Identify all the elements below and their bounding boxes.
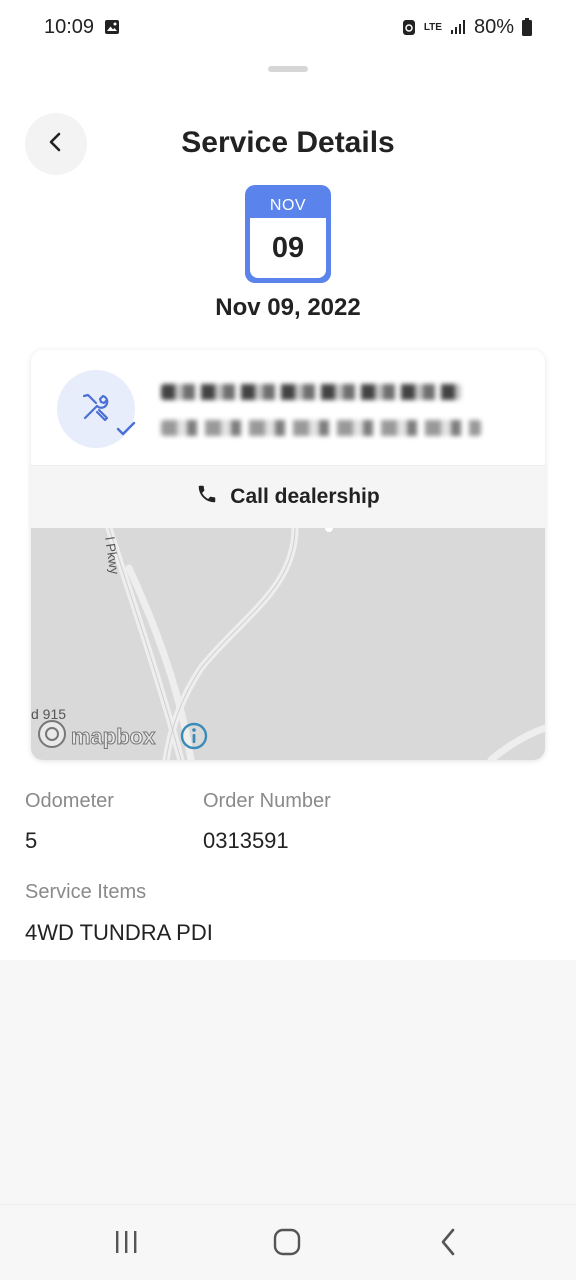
map-info-icon[interactable] (179, 721, 209, 756)
calendar-day: 09 (250, 218, 326, 278)
battery-icon (522, 18, 532, 36)
gallery-icon (104, 19, 120, 35)
calendar-month: NOV (269, 197, 307, 214)
call-dealership-button[interactable]: Call dealership (31, 465, 545, 528)
dealer-name-redacted (161, 384, 461, 400)
call-dealership-label: Call dealership (230, 485, 380, 508)
system-back-button[interactable] (428, 1228, 468, 1261)
phone-icon (196, 483, 218, 511)
empty-sheet-area (0, 960, 576, 1204)
sheet-grab-handle[interactable] (268, 66, 308, 72)
order-number-value: 0313591 (203, 828, 289, 853)
status-left: 10:09 (44, 16, 120, 39)
page-title: Service Details (181, 126, 395, 159)
dealer-map[interactable]: l Pkwy d 915 mapbox (31, 528, 545, 760)
recents-icon (113, 1230, 139, 1259)
check-icon (115, 420, 137, 443)
dealer-info (31, 350, 545, 465)
back-arrow-icon (439, 1228, 457, 1261)
system-nav-bar (0, 1204, 576, 1280)
order-number-label: Order Number (203, 790, 331, 812)
home-button[interactable] (267, 1228, 307, 1261)
data-saver-icon (402, 18, 416, 36)
dealer-address-redacted (161, 420, 481, 436)
service-items-value: 4WD TUNDRA PDI (25, 920, 213, 945)
mapbox-mark-icon (37, 719, 67, 755)
status-time: 10:09 (44, 15, 95, 38)
screen: 10:09 LTE 80% Service Details NOV 09 Nov… (0, 0, 576, 1280)
tools-icon (79, 390, 113, 429)
service-items-label: Service Items (25, 881, 147, 903)
status-right: LTE 80% (402, 16, 532, 39)
status-bar: 10:09 LTE 80% (0, 0, 576, 54)
service-date: Nov 09, 2022 (215, 294, 361, 321)
dealer-card: Call dealership l Pkwy d 915 mapbox (31, 350, 545, 760)
network-type: LTE (423, 21, 442, 33)
recents-button[interactable] (106, 1229, 146, 1259)
battery-percent: 80% (473, 15, 514, 38)
home-icon (273, 1228, 301, 1261)
mapbox-logo[interactable]: mapbox (37, 719, 156, 755)
odometer-label: Odometer (25, 790, 114, 812)
calendar-icon: NOV 09 (245, 185, 331, 283)
signal-icon (450, 19, 466, 35)
odometer-value: 5 (25, 828, 38, 853)
mapbox-wordmark: mapbox (70, 724, 156, 750)
